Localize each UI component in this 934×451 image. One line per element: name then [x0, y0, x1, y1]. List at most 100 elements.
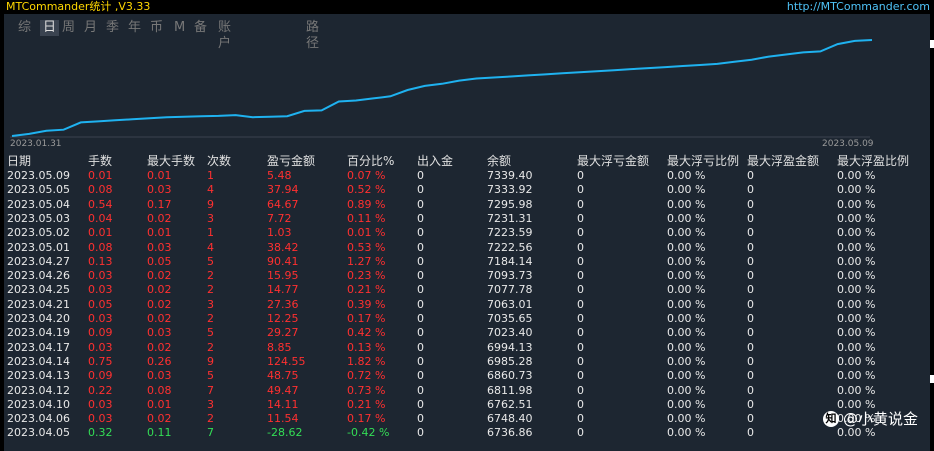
tab-3[interactable]: 月	[84, 20, 97, 36]
cell-pnl: 11.54	[267, 412, 299, 426]
cell-in-out: 0	[417, 383, 424, 397]
header-date[interactable]: 日期	[7, 152, 31, 169]
cell-max-float-loss: 0	[577, 397, 584, 411]
cell-max-float-profit: 0	[747, 254, 754, 268]
header-max-float-profit[interactable]: 最大浮盈金额	[747, 152, 819, 169]
table-row[interactable]: 2023.05.09 0.01 0.01 1 5.48 0.07 % 0 7339.40 0 0.…	[4, 169, 930, 183]
table-row[interactable]: 2023.04.25 0.03 0.02 2 14.77 0.21 % 0 7077.78 0 0…	[4, 283, 930, 297]
cell-max-float-loss: 0	[577, 240, 584, 254]
cell-count: 7	[207, 426, 214, 440]
cell-date: 2023.04.17	[7, 340, 70, 354]
header-max-lots[interactable]: 最大手数	[147, 152, 195, 169]
table-row[interactable]: 2023.04.12 0.22 0.08 7 49.47 0.73 % 0 6811.98 0 0…	[4, 384, 930, 398]
cell-lots: 0.03	[88, 340, 113, 354]
table-row[interactable]: 2023.04.14 0.75 0.26 9 124.55 1.82 % 0 6985.28 0…	[4, 355, 930, 369]
table-row[interactable]: 2023.04.20 0.03 0.02 2 12.25 0.17 % 0 7035.65 0 0…	[4, 312, 930, 326]
cell-pnl: 37.94	[267, 183, 299, 197]
table-row[interactable]: 2023.04.10 0.03 0.01 3 14.11 0.21 % 0 6762.51 0 0…	[4, 398, 930, 412]
tab-1[interactable]: 日	[40, 20, 60, 36]
cell-lots: 0.32	[88, 426, 113, 440]
tab-6[interactable]: 币	[150, 20, 163, 36]
cell-lots: 0.03	[88, 269, 113, 283]
cell-count: 9	[207, 197, 214, 211]
cell-max-float-loss-pct: 0.00 %	[667, 183, 706, 197]
table-row[interactable]: 2023.05.03 0.04 0.02 3 7.72 0.11 % 0 7231.31 0 0.…	[4, 212, 930, 226]
cell-date: 2023.05.09	[7, 169, 70, 182]
cell-max-lots: 0.02	[147, 412, 172, 426]
cell-max-float-loss-pct: 0.00 %	[667, 397, 706, 411]
cell-date: 2023.04.27	[7, 254, 70, 268]
cell-count: 9	[207, 354, 214, 368]
header-max-float-loss[interactable]: 最大浮亏金额	[577, 152, 649, 169]
header-count[interactable]: 次数	[207, 152, 231, 169]
table-row[interactable]: 2023.04.17 0.03 0.02 2 8.85 0.13 % 0 6994.13 0 0.…	[4, 341, 930, 355]
cell-max-lots: 0.03	[147, 326, 172, 340]
cell-pnl: 38.42	[267, 240, 299, 254]
cell-lots: 0.13	[88, 254, 113, 268]
cell-max-float-profit: 0	[747, 340, 754, 354]
website-link[interactable]: http://MTCommander.com	[787, 0, 930, 14]
cell-lots: 0.09	[88, 326, 113, 340]
cell-max-float-loss: 0	[577, 312, 584, 325]
cell-count: 2	[207, 283, 214, 297]
cell-max-float-profit-pct: 0.00 %	[837, 183, 876, 197]
cell-pnl: 8.85	[267, 340, 292, 354]
tab-0[interactable]: 综	[18, 20, 31, 36]
table-row[interactable]: 2023.05.04 0.54 0.17 9 64.67 0.89 % 0 7295.98 0 0…	[4, 198, 930, 212]
header-balance[interactable]: 余额	[487, 152, 511, 169]
header-lots[interactable]: 手数	[88, 152, 112, 169]
table-row[interactable]: 2023.05.02 0.01 0.01 1 1.03 0.01 % 0 7223.59 0 0.…	[4, 226, 930, 240]
cell-max-float-loss-pct: 0.00 %	[667, 254, 706, 268]
table-row[interactable]: 2023.05.05 0.08 0.03 4 37.94 0.52 % 0 7333.92 0 0…	[4, 183, 930, 197]
cell-pnl: 64.67	[267, 197, 299, 211]
tab-4[interactable]: 季	[106, 20, 119, 36]
zhihu-icon: 知	[822, 410, 839, 427]
cell-max-float-loss: 0	[577, 254, 584, 268]
tab-7[interactable]: M	[174, 20, 185, 36]
cell-max-lots: 0.17	[147, 197, 172, 211]
cell-count: 2	[207, 412, 214, 426]
table-row[interactable]: 2023.04.13 0.09 0.03 5 48.75 0.72 % 0 6860.73 0 0…	[4, 369, 930, 383]
cell-max-lots: 0.01	[147, 397, 172, 411]
table-row[interactable]: 2023.04.26 0.03 0.02 2 15.95 0.23 % 0 7093.73 0 0…	[4, 269, 930, 283]
cell-pct: 0.39 %	[347, 297, 386, 311]
cell-pct: 0.13 %	[347, 340, 386, 354]
cell-pct: 0.89 %	[347, 197, 386, 211]
table-row[interactable]: 2023.04.21 0.05 0.02 3 27.36 0.39 % 0 7063.01 0 0…	[4, 298, 930, 312]
cell-in-out: 0	[417, 183, 424, 197]
header-max-float-profit-pct[interactable]: 最大浮盈比例	[837, 152, 909, 169]
cell-max-float-profit-pct: 0.00 %	[837, 211, 876, 225]
cell-max-lots: 0.03	[147, 240, 172, 254]
table-row[interactable]: 2023.04.19 0.09 0.03 5 29.27 0.42 % 0 7023.40 0 0…	[4, 326, 930, 340]
balance-chart	[10, 39, 873, 138]
header-pct[interactable]: 百分比%	[347, 152, 394, 169]
table-row[interactable]: 2023.04.06 0.03 0.02 2 11.54 0.17 % 0 6748.40 0 0…	[4, 412, 930, 426]
cell-max-float-profit: 0	[747, 240, 754, 254]
cell-lots: 0.09	[88, 369, 113, 383]
cell-max-float-profit: 0	[747, 426, 754, 440]
cell-lots: 0.03	[88, 283, 113, 297]
tab-5[interactable]: 年	[128, 20, 141, 36]
cell-max-float-loss: 0	[577, 211, 584, 225]
cell-pct: 0.42 %	[347, 326, 386, 340]
cell-max-float-profit-pct: 0.00 %	[837, 226, 876, 240]
cell-in-out: 0	[417, 426, 424, 440]
cell-max-float-loss: 0	[577, 169, 584, 182]
table-row[interactable]: 2023.05.01 0.08 0.03 4 38.42 0.53 % 0 7222.56 0 0…	[4, 241, 930, 255]
cell-max-float-loss: 0	[577, 226, 584, 240]
table-row[interactable]: 2023.04.05 0.32 0.11 7 -28.62 -0.42 % 0 6736.86…	[4, 426, 930, 440]
tab-8[interactable]: 备	[194, 20, 207, 36]
cell-date: 2023.04.19	[7, 326, 70, 340]
header-max-float-loss-pct[interactable]: 最大浮亏比例	[667, 152, 739, 169]
cell-max-lots: 0.03	[147, 369, 172, 383]
cell-balance: 7023.40	[487, 326, 533, 340]
header-pnl[interactable]: 盈亏金额	[267, 152, 315, 169]
cell-max-float-loss-pct: 0.00 %	[667, 312, 706, 325]
tab-2[interactable]: 周	[62, 20, 75, 36]
header-in-out[interactable]: 出入金	[417, 152, 453, 169]
cell-count: 2	[207, 312, 214, 325]
cell-in-out: 0	[417, 169, 424, 182]
cell-max-float-loss-pct: 0.00 %	[667, 426, 706, 440]
table-row[interactable]: 2023.04.27 0.13 0.05 5 90.41 1.27 % 0 7184.14 0 0…	[4, 255, 930, 269]
cell-pct: 0.72 %	[347, 369, 386, 383]
